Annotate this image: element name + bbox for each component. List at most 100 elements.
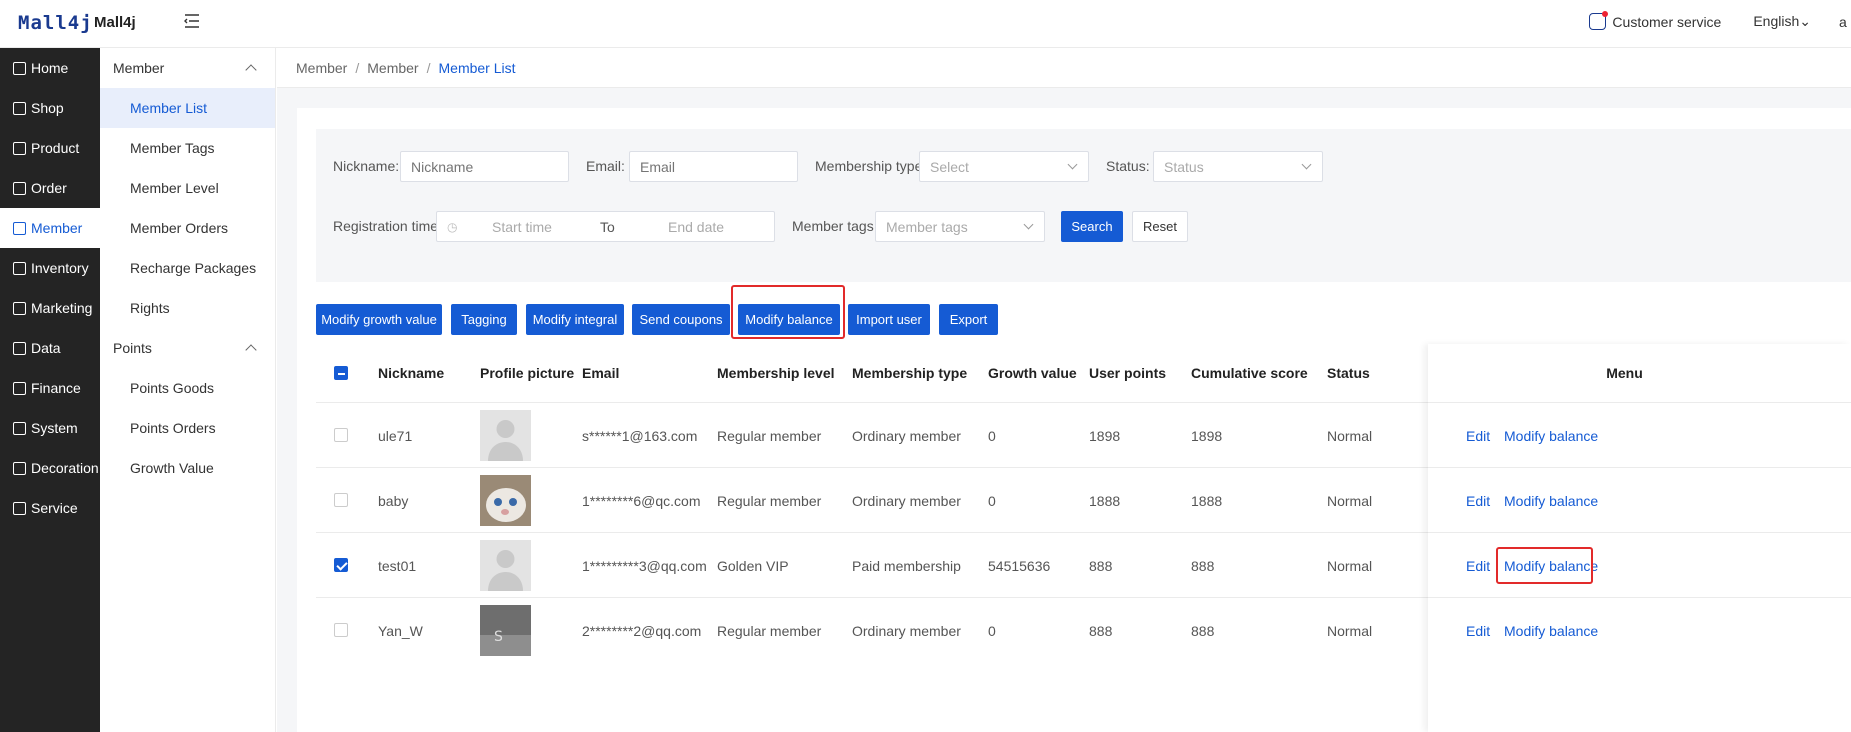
sidebar-item-label: Order (31, 180, 67, 196)
chevron-down-icon (1023, 219, 1034, 230)
modify-integral-button[interactable]: Modify integral (526, 304, 624, 335)
svg-text:S: S (494, 629, 503, 645)
sidebar-item-label: Marketing (31, 300, 93, 316)
sidebar-item-system[interactable]: System (0, 408, 100, 448)
search-button[interactable]: Search (1061, 211, 1123, 242)
sidebar-item-order[interactable]: Order (0, 168, 100, 208)
main-content: Member / Member / Member List Nickname: … (277, 48, 1851, 732)
member-tags-select[interactable]: Member tags (875, 211, 1045, 242)
profile-picture (480, 410, 531, 461)
group-label: Points (113, 340, 152, 356)
sub-sidebar-item[interactable]: Member Level (100, 168, 275, 208)
modify-balance-link[interactable]: Modify balance (1504, 468, 1598, 533)
cell-score: 1888 (1191, 492, 1223, 509)
customer-service-button[interactable]: Customer service (1589, 11, 1721, 30)
sidebar-item-data[interactable]: Data (0, 328, 100, 368)
select-all-checkbox[interactable] (334, 366, 348, 380)
cell-points: 888 (1089, 557, 1113, 574)
cell-points: 1898 (1089, 427, 1121, 444)
row-checkbox[interactable] (334, 493, 348, 507)
sidebar-item-product[interactable]: Product (0, 128, 100, 168)
status-label: Status: (1106, 158, 1150, 174)
sub-sidebar-item[interactable]: Rights (100, 288, 275, 328)
cell-nickname: baby (378, 492, 409, 509)
cell-status: Normal (1327, 622, 1373, 639)
email-input[interactable] (629, 151, 798, 182)
data-icon (13, 341, 26, 355)
sidebar-item-member[interactable]: Member (0, 208, 100, 248)
user-menu[interactable]: a (1839, 14, 1851, 30)
sidebar-group-member[interactable]: Member (100, 48, 275, 88)
column-header: Membership level (717, 365, 835, 381)
group-label: Member (113, 60, 165, 76)
cell-level: Regular member (717, 427, 822, 444)
sidebar-item-inventory[interactable]: Inventory (0, 248, 100, 288)
collapse-menu-icon[interactable] (183, 12, 201, 30)
edit-link[interactable]: Edit (1466, 533, 1490, 598)
cell-growth: 0 (988, 492, 996, 509)
content-card: Nickname: Email: Membership type: Select… (297, 108, 1851, 732)
select-placeholder: Select (930, 158, 969, 175)
status-select[interactable]: Status (1153, 151, 1323, 182)
edit-link[interactable]: Edit (1466, 598, 1490, 663)
chevron-up-icon (245, 344, 257, 356)
start-date-placeholder: Start time (492, 218, 552, 235)
cell-nickname: Yan_W (378, 622, 423, 639)
clock-icon: ◷ (447, 219, 458, 234)
sub-sidebar-item[interactable]: Points Goods (100, 368, 275, 408)
cell-growth: 54515636 (988, 557, 1051, 574)
cell-growth: 0 (988, 622, 996, 639)
breadcrumb-current: Member List (438, 59, 516, 76)
cell-status: Normal (1327, 427, 1373, 444)
sidebar-group-points[interactable]: Points (100, 328, 275, 368)
row-checkbox[interactable] (334, 558, 348, 572)
row-checkbox[interactable] (334, 428, 348, 442)
nickname-input[interactable] (400, 151, 569, 182)
send-coupons-button[interactable]: Send coupons (632, 304, 730, 335)
registration-date-range[interactable]: ◷ Start time To End date (436, 211, 775, 242)
product-icon (13, 141, 26, 155)
membership-type-select[interactable]: Select (919, 151, 1089, 182)
sidebar-item-label: Decoration (31, 460, 99, 476)
sidebar-item-service[interactable]: Service (0, 488, 100, 528)
modify-growth-value-button[interactable]: Modify growth value (316, 304, 442, 335)
sub-sidebar-item[interactable]: Member Orders (100, 208, 275, 248)
cell-email: 1*********3@qq.com (582, 557, 707, 574)
select-placeholder: Status (1164, 158, 1204, 175)
finance-icon (13, 381, 26, 395)
tagging-button[interactable]: Tagging (451, 304, 517, 335)
row-checkbox[interactable] (334, 623, 348, 637)
sub-sidebar-item[interactable]: Member Tags (100, 128, 275, 168)
sub-sidebar-item[interactable]: Points Orders (100, 408, 275, 448)
breadcrumb-item[interactable]: Member (296, 60, 347, 76)
language-select[interactable]: English⌄ (1753, 13, 1811, 30)
export-button[interactable]: Export (939, 304, 998, 335)
sub-sidebar-item[interactable]: Recharge Packages (100, 248, 275, 288)
edit-link[interactable]: Edit (1466, 468, 1490, 533)
nickname-label: Nickname: (333, 158, 400, 174)
sub-sidebar-item[interactable]: Member List (100, 88, 275, 128)
sidebar-item-marketing[interactable]: Marketing (0, 288, 100, 328)
sub-sidebar-item[interactable]: Growth Value (100, 448, 275, 488)
sidebar-item-decoration[interactable]: Decoration (0, 448, 100, 488)
sidebar-item-home[interactable]: Home (0, 48, 100, 88)
modify-balance-link[interactable]: Modify balance (1504, 598, 1598, 663)
cell-email: 2********2@qq.com (582, 622, 702, 639)
edit-link[interactable]: Edit (1466, 403, 1490, 468)
reset-button[interactable]: Reset (1132, 211, 1188, 242)
import-user-button[interactable]: Import user (848, 304, 930, 335)
sidebar-item-finance[interactable]: Finance (0, 368, 100, 408)
app-name: Mall4j (94, 14, 136, 31)
sidebar-item-shop[interactable]: Shop (0, 88, 100, 128)
cell-level: Regular member (717, 492, 822, 509)
column-header: Growth value (988, 365, 1077, 381)
profile-picture (480, 540, 531, 591)
highlight-box (1496, 547, 1593, 584)
breadcrumb-separator: / (426, 59, 431, 76)
menu-cell: Edit Modify balance (1428, 467, 1851, 532)
chevron-down-icon (1067, 159, 1078, 170)
breadcrumb-item[interactable]: Member (367, 60, 418, 76)
modify-balance-link[interactable]: Modify balance (1504, 403, 1598, 468)
sub-sidebar: Member Member List Member Tags Member Leve… (100, 48, 276, 732)
menu-cell: Edit Modify balance (1428, 597, 1851, 662)
